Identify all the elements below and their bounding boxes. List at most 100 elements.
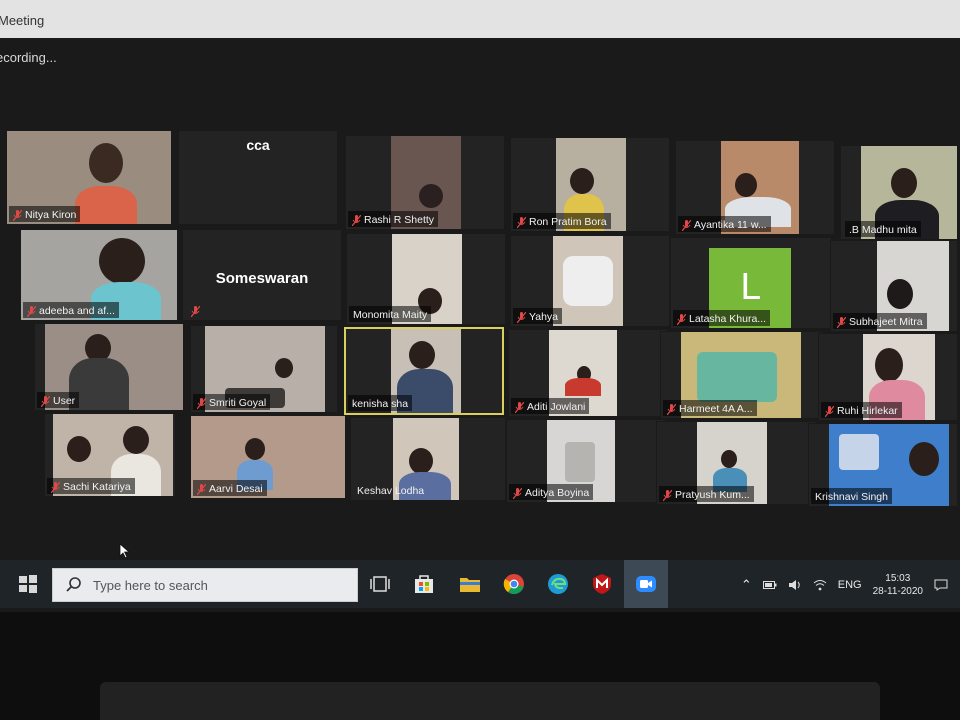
mic-muted-icon <box>825 405 834 417</box>
participant-tile[interactable]: Someswaran <box>182 229 342 321</box>
participant-name-bar: Rashi R Shetty <box>348 211 439 227</box>
participant-tile[interactable]: Monomita Maity <box>346 233 506 325</box>
mic-muted-icon <box>197 397 206 409</box>
participant-name-bar: Latasha Khura... <box>673 310 771 326</box>
participant-name-bar: Sachi Katariya <box>47 478 135 494</box>
taskbar-search-box[interactable]: Type here to search <box>52 568 358 602</box>
participant-name: Keshav Lodha <box>357 485 425 497</box>
participant-tile[interactable]: User <box>34 323 184 411</box>
window-title-bar: Meeting <box>0 0 960 38</box>
participant-name-bar: Keshav Lodha <box>353 482 428 498</box>
chrome-icon[interactable] <box>502 572 526 596</box>
participant-name-bar: Nitya Kiron <box>9 206 81 222</box>
task-view-icon[interactable] <box>368 572 392 596</box>
mic-muted-icon <box>517 311 526 323</box>
participant-name-bar: Smriti Goyal <box>193 394 271 410</box>
mic-muted-icon <box>13 209 22 221</box>
participant-name: Ayantika 11 w... <box>694 219 767 231</box>
clock[interactable]: 15:03 28-11-2020 <box>873 572 923 598</box>
participant-name: kenisha sha <box>352 398 409 410</box>
participant-tile[interactable]: cca <box>178 130 338 225</box>
participant-tile[interactable]: Ruhi Hirlekar <box>818 333 958 421</box>
participant-name: Sachi Katariya <box>63 481 131 493</box>
participant-name-bar: User <box>37 392 80 408</box>
windows-start-icon[interactable] <box>18 574 38 594</box>
participant-name: Pratyush Kum... <box>675 489 750 501</box>
participant-tile[interactable]: Nitya Kiron <box>6 130 172 225</box>
mic-muted-icon <box>191 305 200 317</box>
participant-tile[interactable]: Pratyush Kum... <box>656 421 816 505</box>
mic-muted-icon <box>667 403 676 415</box>
participant-tile[interactable]: Harmeet 4A A... <box>660 331 822 419</box>
active-speaker-tile[interactable]: kenisha sha <box>344 327 504 415</box>
participant-name-bar: .B Madhu mita <box>845 221 921 237</box>
mic-muted-icon <box>663 489 672 501</box>
participant-name-bar: Aarvi Desai <box>193 480 267 496</box>
participant-tile[interactable]: Keshav Lodha <box>350 417 506 501</box>
participant-name: Subhajeet Mitra <box>849 316 923 328</box>
mic-muted-icon <box>682 219 691 231</box>
participant-name: .B Madhu mita <box>849 224 917 236</box>
participant-tile[interactable]: L Latasha Khura... <box>670 237 832 329</box>
participant-tile[interactable]: adeeba and af... <box>20 229 178 321</box>
participant-tile[interactable]: Sachi Katariya <box>44 413 176 497</box>
participant-tile[interactable]: Ron Pratim Bora <box>510 137 670 232</box>
language-indicator[interactable]: ENG <box>838 579 862 591</box>
participant-name-bar: Ruhi Hirlekar <box>821 402 902 418</box>
participant-name: Yahya <box>529 311 558 323</box>
mcafee-icon[interactable] <box>590 572 614 596</box>
edge-icon[interactable] <box>546 572 570 596</box>
participant-name: adeeba and af... <box>39 305 115 317</box>
participant-tile[interactable]: Rashi R Shetty <box>345 135 505 230</box>
participant-tile[interactable]: .B Madhu mita <box>840 145 958 240</box>
participant-name-bar: Krishnavi Singh <box>811 488 892 504</box>
clock-date: 28-11-2020 <box>872 586 923 597</box>
store-icon[interactable] <box>412 572 436 596</box>
mic-muted-icon <box>677 313 686 325</box>
mic-muted-icon <box>515 401 524 413</box>
participant-name: Aarvi Desai <box>209 483 263 495</box>
participant-name-bar: Subhajeet Mitra <box>833 313 927 329</box>
system-tray: ⌃ ENG 15:03 28-11-2020 <box>741 572 948 598</box>
participant-name-bar: Aditi Jowlani <box>511 398 590 414</box>
participant-name-bar: adeeba and af... <box>23 302 119 318</box>
participant-tile[interactable]: Subhajeet Mitra <box>830 240 958 332</box>
participant-name: Someswaran <box>215 270 309 287</box>
search-placeholder: Type here to search <box>93 577 208 593</box>
participant-name-bar: kenisha sha <box>348 395 413 411</box>
notification-icon[interactable] <box>934 579 948 591</box>
participant-name-bar: Ayantika 11 w... <box>678 216 771 232</box>
mouse-cursor-icon <box>119 543 131 559</box>
mic-muted-icon <box>41 395 50 407</box>
participant-tile[interactable]: Aarvi Desai <box>190 415 346 499</box>
volume-icon[interactable] <box>788 579 802 591</box>
wifi-icon[interactable] <box>813 579 827 591</box>
mic-muted-icon <box>837 316 846 328</box>
participant-name: Aditi Jowlani <box>527 401 586 413</box>
participant-tile[interactable]: Ayantika 11 w... <box>675 140 835 235</box>
clock-time: 15:03 <box>885 573 911 584</box>
participant-tile[interactable]: Krishnavi Singh <box>808 423 958 507</box>
laptop-bezel <box>0 612 960 720</box>
mic-muted-icon <box>513 487 522 499</box>
participant-tile[interactable]: Yahya <box>510 235 670 327</box>
participant-tile[interactable]: Smriti Goyal <box>190 325 338 413</box>
laptop-hinge <box>100 682 880 720</box>
participant-name-bar: Harmeet 4A A... <box>663 400 757 416</box>
participant-name: Harmeet 4A A... <box>679 403 753 415</box>
participant-name-bar <box>187 302 204 318</box>
participant-name: Aditya Boyina <box>525 487 590 499</box>
participant-name-bar: Yahya <box>513 308 562 324</box>
participant-name: Ruhi Hirlekar <box>837 405 898 417</box>
participant-tile[interactable]: Aditya Boyina <box>506 419 666 503</box>
zoom-icon[interactable] <box>634 572 658 596</box>
participant-name-bar: Monomita Maity <box>349 306 432 322</box>
mic-muted-icon <box>352 214 361 226</box>
battery-icon[interactable] <box>762 580 777 590</box>
mic-muted-icon <box>197 483 206 495</box>
participant-name-bar: Pratyush Kum... <box>659 486 754 502</box>
participant-tile[interactable]: Aditi Jowlani <box>508 329 668 417</box>
participant-name: Latasha Khura... <box>689 313 767 325</box>
chevron-up-icon[interactable]: ⌃ <box>741 577 752 593</box>
file-explorer-icon[interactable] <box>458 572 482 596</box>
